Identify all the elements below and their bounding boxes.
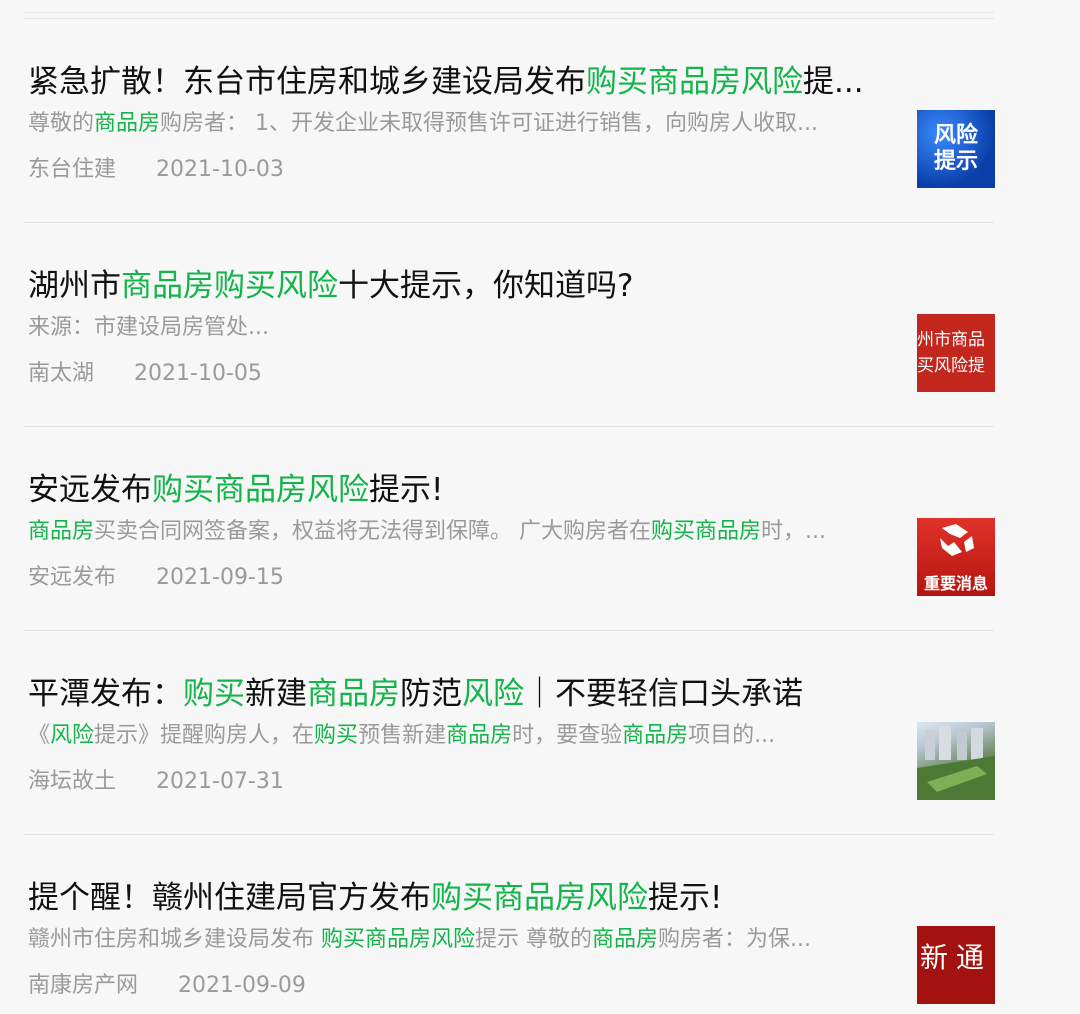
article-source: 南康房产网 <box>28 973 139 998</box>
article-meta: 东台住建 2021-10-03 <box>28 154 284 186</box>
article-title[interactable]: 安远发布购买商品房风险提示! <box>28 468 888 512</box>
article-summary: 赣州市住房和城乡建设局发布 购买商品房风险提示 尊敬的商品房购房者：为保... <box>28 927 812 952</box>
article-thumbnail[interactable]: 重要消息 <box>917 518 995 596</box>
article-meta: 海坛故土 2021-07-31 <box>28 766 284 798</box>
article-date: 2021-10-03 <box>156 157 284 182</box>
top-divider <box>24 18 994 19</box>
item-divider <box>24 222 994 223</box>
article-thumbnail[interactable]: 州市商品 买风险提 <box>917 314 995 392</box>
article-source: 安远发布 <box>28 565 117 590</box>
article-summary: 来源：市建设局房管处... <box>28 315 269 340</box>
article-date: 2021-10-05 <box>134 361 262 386</box>
thumbnail-text: 买风险提 <box>917 356 985 376</box>
logo-icon <box>940 524 974 556</box>
article-title[interactable]: 湖州市商品房购买风险十大提示，你知道吗? <box>28 264 888 308</box>
article-source: 海坛故土 <box>28 769 117 794</box>
search-results-page: 紧急扩散！东台市住房和城乡建设局发布购买商品房风险提... 尊敬的商品房购房者：… <box>0 0 1080 1014</box>
article-summary: 尊敬的商品房购房者： 1、开发企业未取得预售许可证进行销售，向购房人收取... <box>28 111 819 136</box>
article-item[interactable]: 提个醒！赣州住建局官方发布购买商品房风险提示! 赣州市住房和城乡建设局发布 购买… <box>0 836 1080 1014</box>
article-thumbnail[interactable]: 风险提示 <box>917 110 995 188</box>
top-divider <box>24 12 994 13</box>
article-meta: 南太湖 2021-10-05 <box>28 358 262 390</box>
article-item[interactable]: 紧急扩散！东台市住房和城乡建设局发布购买商品房风险提... 尊敬的商品房购房者：… <box>0 20 1080 224</box>
article-title[interactable]: 平潭发布：购买新建商品房防范风险｜不要轻信口头承诺 <box>28 672 888 716</box>
building-photo-icon <box>917 726 995 800</box>
article-meta: 安远发布 2021-09-15 <box>28 562 284 594</box>
item-divider <box>24 426 994 427</box>
article-item[interactable]: 平潭发布：购买新建商品房防范风险｜不要轻信口头承诺 《风险提示》提醒购房人，在购… <box>0 632 1080 836</box>
item-divider <box>24 834 994 835</box>
article-item[interactable]: 湖州市商品房购买风险十大提示，你知道吗? 来源：市建设局房管处... 南太湖 20… <box>0 224 1080 428</box>
thumbnail-text: 新通 <box>919 941 992 974</box>
thumbnail-text: 风险提示 <box>934 123 979 174</box>
article-date: 2021-09-09 <box>178 973 306 998</box>
thumbnail-text: 州市商品 <box>917 330 985 350</box>
item-divider <box>24 630 994 631</box>
article-meta: 南康房产网 2021-09-09 <box>28 970 306 1002</box>
article-date: 2021-07-31 <box>156 769 284 794</box>
article-thumbnail[interactable]: 新通 <box>917 926 995 1004</box>
article-source: 东台住建 <box>28 157 117 182</box>
article-title[interactable]: 提个醒！赣州住建局官方发布购买商品房风险提示! <box>28 876 888 920</box>
thumbnail-text: 重要消息 <box>923 574 988 593</box>
article-title[interactable]: 紧急扩散！东台市住房和城乡建设局发布购买商品房风险提... <box>28 60 888 104</box>
article-date: 2021-09-15 <box>156 565 284 590</box>
article-summary: 商品房买卖合同网签备案，权益将无法得到保障。 广大购房者在购买商品房时，... <box>28 519 827 544</box>
article-thumbnail[interactable] <box>917 722 995 800</box>
article-source: 南太湖 <box>28 361 95 386</box>
article-summary: 《风险提示》提醒购房人，在购买预售新建商品房时，要查验商品房项目的... <box>28 723 776 748</box>
article-item[interactable]: 安远发布购买商品房风险提示! 商品房买卖合同网签备案，权益将无法得到保障。 广大… <box>0 428 1080 632</box>
